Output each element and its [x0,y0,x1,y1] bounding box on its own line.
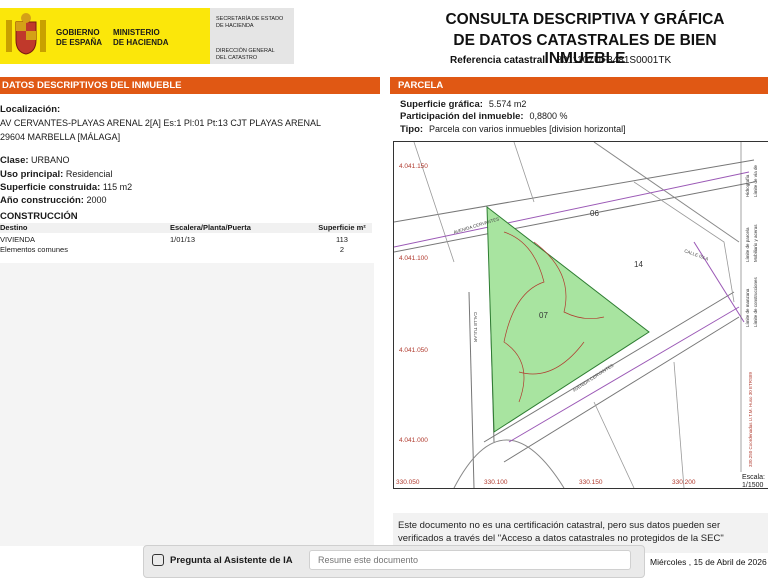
localizacion-line1: AV CERVANTES-PLAYAS ARENAL 2[A] Es:1 Pl:… [0,118,321,128]
page-title-line1: CONSULTA DESCRIPTIVA Y GRÁFICA [445,11,725,28]
datos-descriptivos-header: DATOS DESCRIPTIVOS DEL INMUEBLE [0,77,380,94]
localizacion-label: Localización: [0,104,61,115]
direccion-text: DIRECCIÓN GENERAL DEL CATASTRO [216,48,275,61]
col-escalera: Escalera/Planta/Puerta [170,223,251,232]
superficie-grafica: Superficie gráfica: 5.574 m2 [400,99,527,110]
x-tick-label: 330.100 [484,479,508,486]
chat-icon [152,554,164,566]
escala: Escala: 1/1500 [742,474,765,489]
legend-item: Hidrografía [745,174,750,197]
legend-item: Mobiliario y aceras [753,224,758,262]
table-row: Elementos comunes 2 [0,245,345,254]
y-tick-label: 4.041.000 [399,437,428,444]
y-tick-label: 4.041.150 [399,163,428,170]
legend-item: Límite de vía de [753,164,758,197]
col-superficie: Superficie m² [318,223,366,232]
localizacion-line2: 29604 MARBELLA [MÁLAGA] [0,132,121,142]
crs-label: 330.250 Coordenadas U.T.M. Huso 30 ETRS8… [748,371,753,467]
ministerio-text: MINISTERIO DE HACIENDA [113,28,169,47]
tipo: Tipo: Parcela con varios inmuebles [divis… [400,124,626,135]
disclaimer-note: Este documento no es una certificación c… [398,520,724,544]
street-label: CALLE ISLA [684,248,709,261]
parcel-number: 14 [634,260,643,269]
left-panel-background [0,263,374,546]
parcel-number: 07 [539,311,548,320]
uso-row: Uso principal: Residencial [0,169,113,180]
parcela-header: PARCELA [390,77,768,94]
superficie-row: Superficie construida: 115 m2 [0,182,133,193]
y-tick-label: 4.041.100 [399,255,428,262]
anio-row: Año construcción: 2000 [0,195,107,206]
clase-row: Clase: URBANO [0,155,70,166]
ai-assistant-label[interactable]: Pregunta al Asistente de IA [170,555,293,566]
parcel-number: 06 [590,209,599,218]
gobierno-text: GOBIERNO DE ESPAÑA [56,28,103,47]
x-tick-label: 330.200 [672,479,696,486]
referencia-catastral: Referencia catastral: 8011107UF3481S0001T… [450,55,672,66]
construccion-title: CONSTRUCCIÓN [0,211,78,222]
cadastral-map[interactable]: 06 14 07 AVENIDA CERVANTES AVENIDA CERVA… [393,141,768,489]
participacion: Participación del inmueble: 0,8800 % [400,111,568,122]
col-destino: Destino [0,223,28,232]
coat-of-arms-icon [4,12,48,60]
ai-question-input[interactable] [309,550,631,570]
legend-item: Límite de manzana [745,288,750,327]
street-label: CALLE TULAR [473,312,478,343]
y-tick-label: 4.041.050 [399,347,428,354]
date-text: Miércoles , 15 de Abril de 2026 [650,557,767,567]
x-tick-label: 330.050 [396,479,420,486]
x-tick-label: 330.150 [579,479,603,486]
legend-item: Límite de parcela [745,227,750,262]
legend-item: Límite de construcciones [753,276,758,327]
secretaria-text: SECRETARÍA DE ESTADO DE HACIENDA [216,16,284,29]
construccion-table-header: Destino Escalera/Planta/Puerta Superfici… [0,223,372,233]
table-row: VIVIENDA 1/01/13 113 [0,235,348,244]
